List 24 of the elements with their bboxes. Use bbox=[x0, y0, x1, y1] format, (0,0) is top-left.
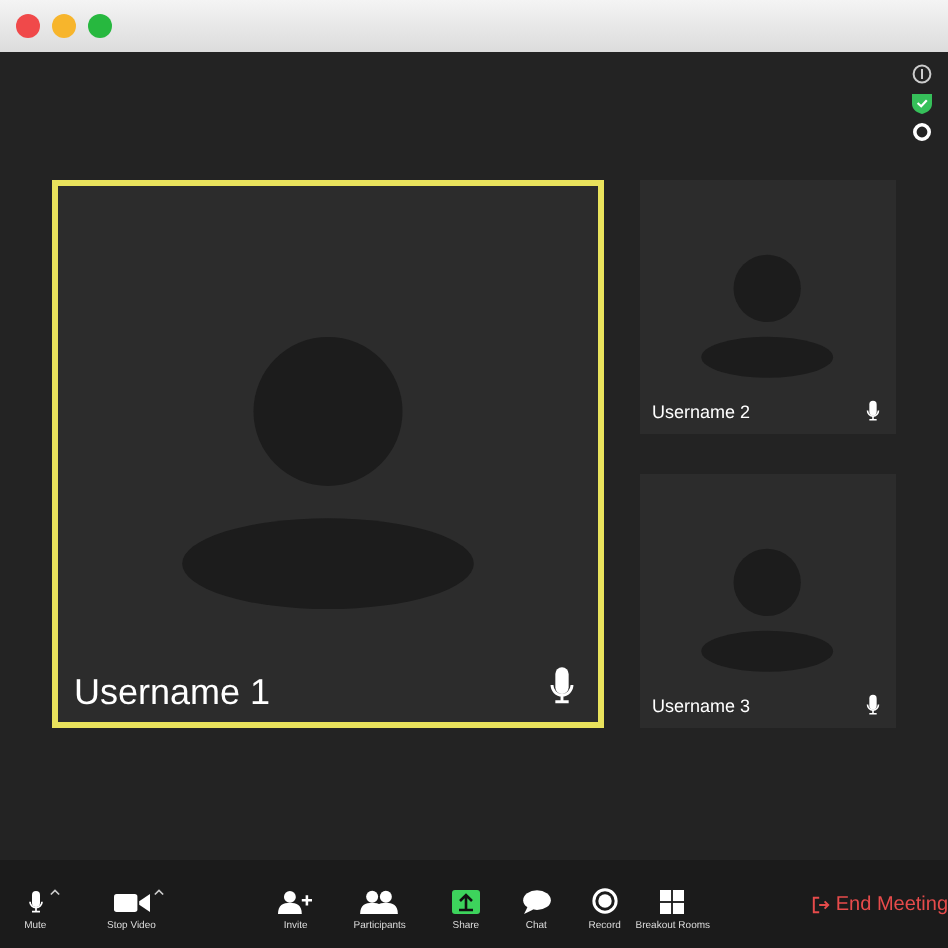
people-icon bbox=[360, 890, 399, 914]
end-meeting-button[interactable]: End Meeting bbox=[811, 860, 948, 948]
username-label: Username 1 bbox=[74, 672, 271, 714]
shield-check-icon[interactable] bbox=[912, 92, 932, 114]
info-icon[interactable] bbox=[912, 64, 932, 84]
add-person-icon bbox=[278, 890, 313, 914]
exit-icon bbox=[811, 895, 830, 913]
close-window-button[interactable] bbox=[16, 14, 40, 38]
username-label: Username 3 bbox=[652, 696, 751, 716]
speech-bubble-icon bbox=[521, 890, 552, 914]
record-icon bbox=[591, 888, 618, 914]
username-label: Username 2 bbox=[652, 402, 751, 422]
video-tile[interactable]: Username 2 bbox=[640, 180, 896, 434]
microphone-icon bbox=[23, 888, 48, 914]
microphone-icon bbox=[862, 692, 884, 716]
video-tile[interactable]: Username 3 bbox=[640, 474, 896, 728]
caret-icon[interactable] bbox=[50, 888, 60, 896]
caret-icon[interactable] bbox=[154, 888, 165, 896]
video-camera-icon bbox=[113, 892, 150, 914]
video-tile[interactable]: Username 1 bbox=[52, 180, 604, 728]
upload-arrow-icon bbox=[451, 890, 480, 914]
microphone-icon bbox=[862, 398, 884, 422]
record-status-icon[interactable] bbox=[912, 122, 932, 142]
grid-icon bbox=[660, 890, 685, 914]
